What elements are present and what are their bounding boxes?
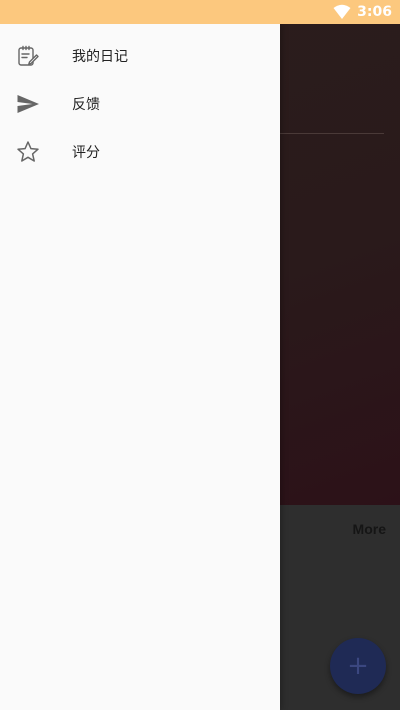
- notes-edit-icon: [16, 44, 40, 68]
- drawer-item-feedback[interactable]: 反馈: [0, 80, 280, 128]
- drawer-item-label: 反馈: [72, 97, 100, 113]
- send-icon: [16, 92, 40, 116]
- status-indicators: 3:06: [333, 0, 392, 24]
- navigation-drawer: 我的日记 反馈 评分: [0, 24, 280, 710]
- drawer-item-label: 我的日记: [72, 49, 128, 65]
- more-link[interactable]: More: [353, 521, 386, 537]
- wifi-icon: [333, 4, 351, 20]
- drawer-item-rate[interactable]: 评分: [0, 128, 280, 176]
- background-divider: [280, 133, 384, 134]
- star-outline-icon: [16, 140, 40, 164]
- screen: 3:06 More + 我的日记 反馈 评分: [0, 0, 400, 710]
- status-time: 3:06: [357, 4, 392, 20]
- status-bar: 3:06: [0, 0, 400, 24]
- add-icon: +: [347, 651, 369, 681]
- drawer-item-label: 评分: [72, 145, 100, 161]
- add-fab-button[interactable]: +: [330, 638, 386, 694]
- drawer-item-my-diary[interactable]: 我的日记: [0, 32, 280, 80]
- drawer-list: 我的日记 反馈 评分: [0, 24, 280, 176]
